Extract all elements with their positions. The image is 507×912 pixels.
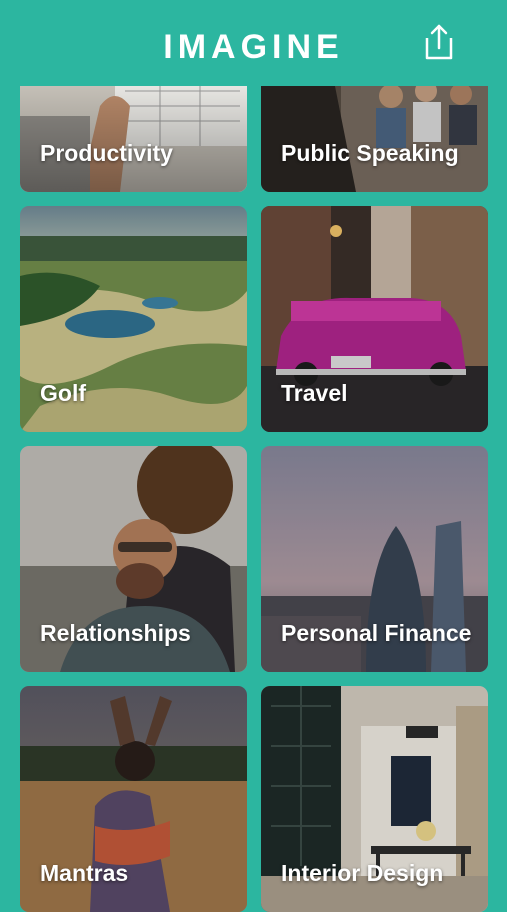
app-header: IMAGINE [0, 0, 507, 86]
category-label: Travel [281, 380, 348, 406]
category-card-travel[interactable]: Travel [261, 206, 488, 432]
category-label: Public Speaking [281, 140, 459, 166]
share-icon [425, 24, 453, 60]
category-card-relationships[interactable]: Relationships [20, 446, 247, 672]
category-grid: Productivity Public Speaking Golf Travel… [0, 0, 507, 912]
category-card-personal-finance[interactable]: Personal Finance [261, 446, 488, 672]
category-label: Mantras [40, 860, 129, 886]
category-label: Productivity [40, 140, 173, 166]
share-button[interactable] [420, 22, 458, 62]
category-label: Interior Design [281, 860, 444, 886]
category-card-golf[interactable]: Golf [20, 206, 247, 432]
category-card-interior-design[interactable]: Interior Design [261, 686, 488, 912]
category-label: Relationships [40, 620, 191, 646]
category-label: Golf [40, 380, 86, 406]
category-label: Personal Finance [281, 620, 472, 646]
category-card-mantras[interactable]: Mantras [20, 686, 247, 912]
